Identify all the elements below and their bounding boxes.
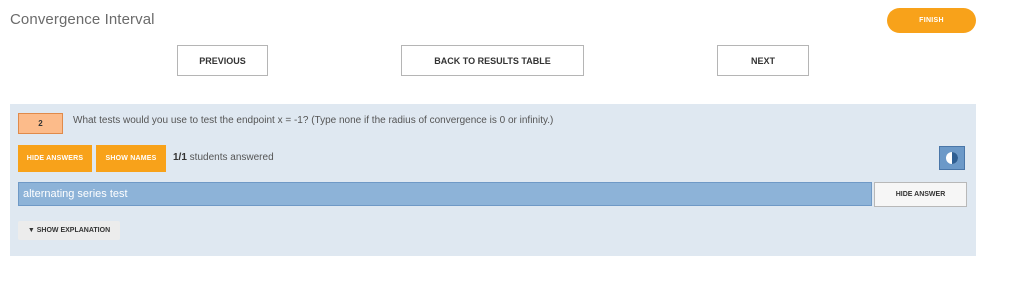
hide-answer-button[interactable]: HIDE ANSWER [874, 182, 967, 207]
previous-button[interactable]: PREVIOUS [177, 45, 268, 76]
half-circle-toggle-icon[interactable] [939, 146, 965, 170]
page: Convergence Interval FINISH PREVIOUS BAC… [0, 0, 1024, 284]
answered-suffix: students answered [186, 152, 274, 163]
show-names-button[interactable]: SHOW NAMES [96, 145, 166, 172]
hide-answers-button[interactable]: HIDE ANSWERS [18, 145, 92, 172]
answer-bar: alternating series test [18, 182, 872, 206]
answered-status: 1/1 students answered [173, 152, 274, 163]
finish-button[interactable]: FINISH [887, 8, 976, 33]
next-button[interactable]: NEXT [717, 45, 809, 76]
answered-count: 1/1 [173, 152, 187, 163]
question-panel: 2 What tests would you use to test the e… [10, 104, 976, 256]
question-number-badge: 2 [18, 113, 63, 134]
back-to-results-button[interactable]: BACK TO RESULTS TABLE [401, 45, 584, 76]
question-text: What tests would you use to test the end… [73, 115, 554, 126]
page-title: Convergence Interval [10, 11, 155, 28]
show-explanation-button[interactable]: ▼ SHOW EXPLANATION [18, 221, 120, 240]
half-circle-icon [946, 152, 958, 164]
